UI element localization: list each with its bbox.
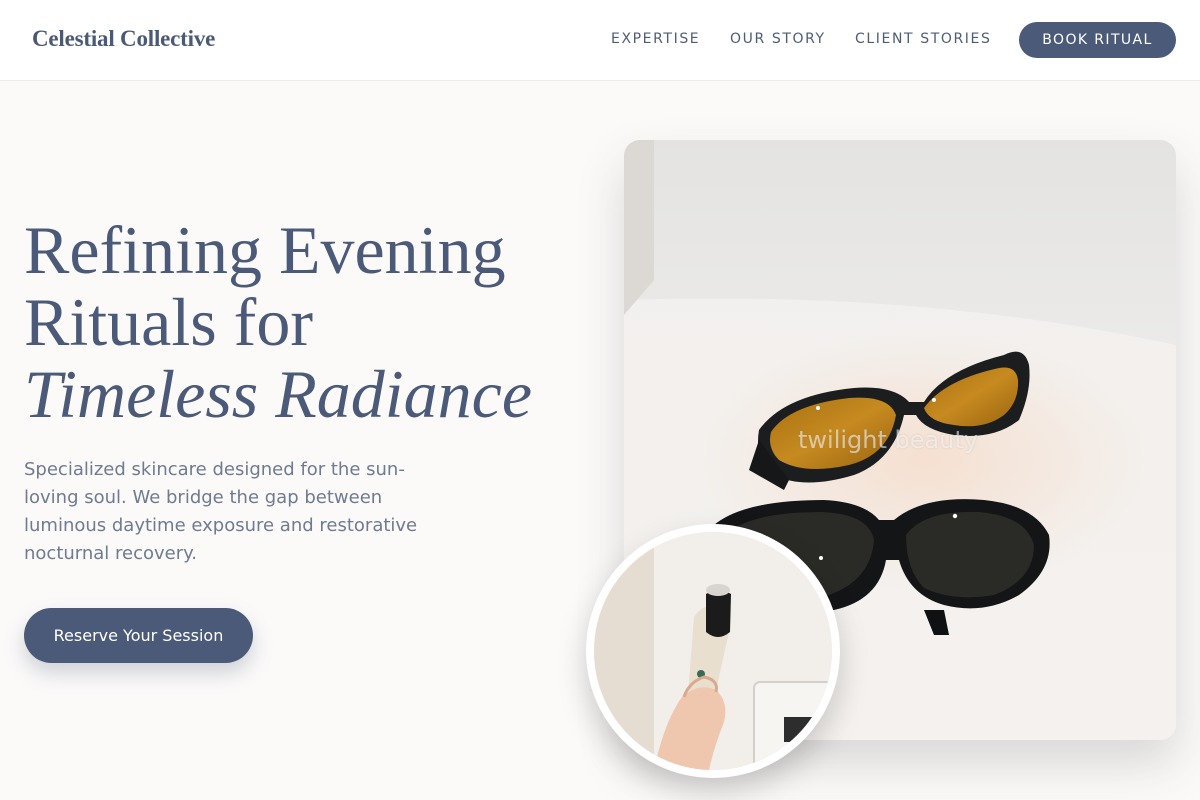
inset-photo-device xyxy=(586,524,840,778)
hero-title-line-2: Rituals for xyxy=(24,284,313,360)
nav-link-our-story[interactable]: OUR STORY xyxy=(730,31,826,47)
reserve-session-button[interactable]: Reserve Your Session xyxy=(24,608,253,663)
hero-title-line-3: Timeless Radiance xyxy=(24,356,533,432)
book-ritual-button[interactable]: BOOK RITUAL xyxy=(1019,22,1176,58)
brand-logo[interactable]: Celestial Collective xyxy=(32,26,215,52)
nav-link-expertise[interactable]: EXPERTISE xyxy=(611,31,700,47)
photo-watermark: twilight beauty xyxy=(798,426,979,454)
nav-link-client-stories[interactable]: CLIENT STORIES xyxy=(855,31,991,47)
hero-title-line-1: Refining Evening xyxy=(24,212,506,288)
skincare-device-illustration xyxy=(594,532,832,770)
hero-title: Refining Evening Rituals for Timeless Ra… xyxy=(24,214,584,430)
site-header: Celestial Collective EXPERTISE OUR STORY… xyxy=(0,0,1200,81)
hero-description: Specialized skincare designed for the su… xyxy=(24,459,418,564)
